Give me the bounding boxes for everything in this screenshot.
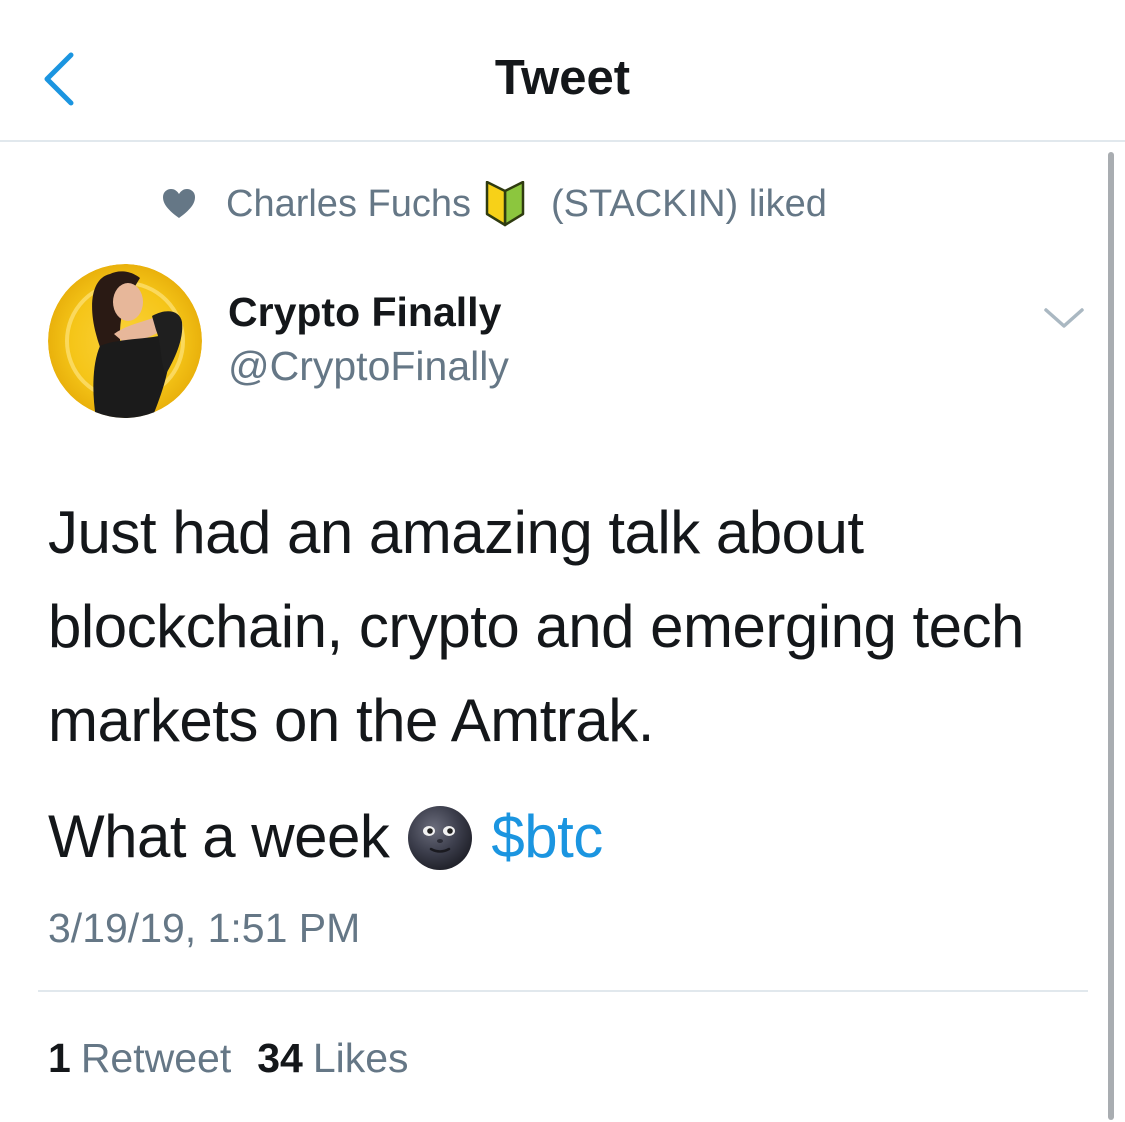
retweet-count: 1: [48, 1035, 71, 1081]
tweet-text-fragment: What a week: [48, 803, 390, 870]
tweet-text-line: Just had an amazing talk about: [48, 499, 864, 566]
divider: [38, 990, 1088, 992]
top-bar: Tweet: [0, 0, 1125, 142]
author-name[interactable]: Crypto Finally: [228, 286, 501, 338]
retweets-stat[interactable]: 1 Retweet: [48, 1032, 231, 1084]
likes-count: 34: [257, 1035, 303, 1081]
liker-name: Charles Fuchs: [226, 182, 471, 225]
likes-label: Likes: [312, 1035, 409, 1081]
tweet-text-line: markets on the Amtrak.: [48, 687, 654, 754]
tweet-menu-button[interactable]: [1042, 300, 1086, 336]
likes-stat[interactable]: 34 Likes: [257, 1032, 408, 1084]
cashtag-link[interactable]: $btc: [491, 790, 603, 884]
scrollbar[interactable]: [1108, 152, 1114, 1120]
new-moon-face-icon: [407, 804, 473, 870]
japanese-beginner-badge-icon: [485, 181, 525, 227]
heart-icon: [162, 187, 196, 221]
retweet-label: Retweet: [80, 1035, 232, 1081]
author-handle[interactable]: @CryptoFinally: [228, 340, 509, 392]
liked-label: (STACKIN) liked: [550, 182, 827, 225]
avatar[interactable]: [48, 264, 202, 418]
tweet-stats: 1 Retweet 34 Likes: [48, 1032, 435, 1084]
tweet-text-line: blockchain, crypto and emerging tech: [48, 593, 1024, 660]
page-title: Tweet: [494, 51, 631, 105]
tweet-timestamp: 3/19/19, 1:51 PM: [48, 905, 361, 951]
chevron-down-icon: [1044, 308, 1084, 328]
social-context[interactable]: Charles Fuchs (STACKIN) liked: [162, 178, 827, 230]
tweet-text: Just had an amazing talk about blockchai…: [48, 486, 1088, 768]
tweet-text-line: What a week $btc: [48, 790, 603, 884]
